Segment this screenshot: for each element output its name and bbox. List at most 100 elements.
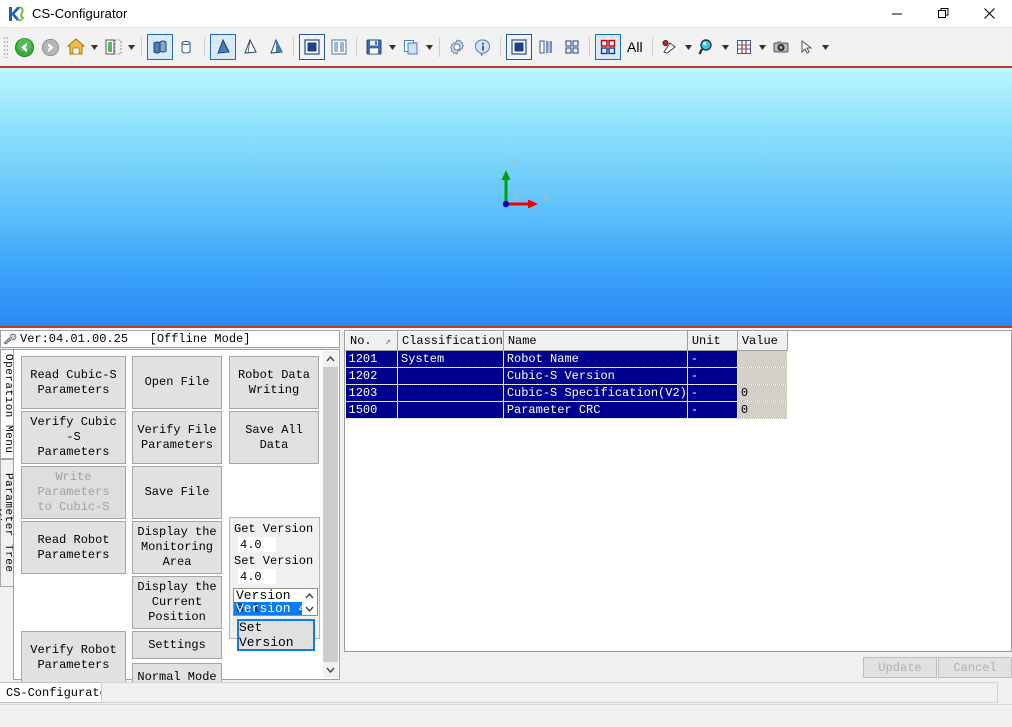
cell-value[interactable]: 0 (737, 385, 787, 402)
cone-outline-icon[interactable] (238, 34, 262, 60)
save-icon[interactable] (362, 34, 386, 60)
main-toolbar: All (0, 27, 1012, 66)
cursor-dropdown-caret-icon[interactable] (820, 34, 831, 60)
grid-dropdown-caret-icon[interactable] (757, 34, 768, 60)
solid-shape-icon[interactable] (147, 34, 173, 60)
column-header-value[interactable]: Value (737, 332, 787, 351)
tool-icon (3, 332, 18, 346)
scroll-up-icon[interactable] (323, 351, 338, 367)
parameter-grid[interactable]: No. ↗ Classification Name Unit Value 120… (344, 330, 1012, 652)
settings-button[interactable]: Settings (132, 631, 222, 659)
close-button[interactable] (966, 0, 1012, 27)
save-all-data-button[interactable]: Save All Data (229, 411, 319, 464)
axis-gizmo: Y X Z (494, 156, 554, 211)
table-row[interactable]: 1202 Cubic-S Version - (346, 368, 788, 385)
copy-icon[interactable] (399, 34, 423, 60)
toolbar-grip[interactable] (3, 36, 8, 58)
svg-text:Y: Y (511, 157, 519, 169)
home-dropdown-caret-icon[interactable] (89, 34, 100, 60)
parameter-table: No. ↗ Classification Name Unit Value 120… (345, 331, 788, 419)
toolbar-all-label[interactable]: All (622, 39, 648, 55)
set-version-label: Set Version (234, 554, 313, 568)
cell-no: 1202 (346, 368, 398, 385)
table-row[interactable]: 1203 Cubic-S Specification(V2) - 0 (346, 385, 788, 402)
settings-gear-icon[interactable] (445, 34, 469, 60)
set-version-button[interactable]: Set Version (237, 619, 315, 651)
read-robot-parameters-button[interactable]: Read Robot Parameters (21, 521, 126, 574)
cell-value[interactable]: 0 (737, 402, 787, 419)
3d-viewport[interactable]: Y X Z (0, 66, 1012, 328)
cell-value[interactable] (737, 368, 787, 385)
zoom-tool-icon[interactable] (695, 34, 719, 60)
cell-name: Parameter CRC (503, 402, 687, 419)
split-mode-icon[interactable] (534, 34, 558, 60)
zoom-dropdown-caret-icon[interactable] (720, 34, 731, 60)
scrollbar-thumb[interactable] (323, 367, 338, 662)
scroll-down-icon[interactable] (323, 662, 338, 678)
version-select-list[interactable]: Version 3.1 Version 4 (233, 588, 318, 616)
verify-cubic-s-parameters-button[interactable]: Verify Cubic -S Parameters (21, 411, 126, 464)
window-controls (874, 0, 1012, 27)
open-file-button[interactable]: Open File (132, 356, 222, 409)
dual-view-icon[interactable] (327, 34, 351, 60)
info-icon[interactable] (471, 34, 495, 60)
pick-dropdown-caret-icon[interactable] (683, 34, 694, 60)
spinner-up-icon[interactable] (302, 589, 317, 602)
read-cubic-s-parameters-button[interactable]: Read Cubic-S Parameters (21, 356, 126, 409)
camera-icon[interactable] (769, 34, 793, 60)
cone-shaded-icon[interactable] (264, 34, 288, 60)
display-current-position-button[interactable]: Display the Current Position (132, 576, 222, 629)
robot-data-writing-button[interactable]: Robot Data Writing (229, 356, 319, 409)
column-header-unit[interactable]: Unit (687, 332, 737, 351)
cone-filled-icon[interactable] (210, 34, 236, 60)
cursor-icon[interactable] (795, 34, 819, 60)
column-header-classification[interactable]: Classification (398, 332, 504, 351)
model-view-dropdown-caret-icon[interactable] (126, 34, 137, 60)
cell-classification (398, 385, 504, 402)
version-list-spinner[interactable] (302, 589, 317, 615)
pick-tool-icon[interactable] (658, 34, 682, 60)
display-monitoring-area-button[interactable]: Display the Monitoring Area (132, 521, 222, 574)
operation-menu-scrollbar[interactable] (323, 351, 338, 678)
save-file-button[interactable]: Save File (132, 466, 222, 519)
sidebar-item-parameter-tree-view[interactable]: Parameter Tree View (0, 459, 14, 587)
cell-name: Robot Name (503, 351, 687, 368)
minimize-button[interactable] (874, 0, 920, 27)
toolbar-separator (141, 37, 142, 57)
grid-four-icon[interactable] (560, 34, 584, 60)
cell-classification (398, 402, 504, 419)
set-version-value: 4.0 (238, 569, 276, 584)
verify-robot-parameters-button[interactable]: Verify Robot Parameters (21, 631, 126, 684)
cell-value[interactable] (737, 351, 787, 368)
cell-unit: - (687, 368, 737, 385)
save-dropdown-caret-icon[interactable] (387, 34, 398, 60)
version-status-bar: Ver:04.01.00.25 [Offline Mode] (0, 330, 340, 348)
spinner-down-icon[interactable] (302, 602, 317, 615)
cell-no: 1203 (346, 385, 398, 402)
verify-file-parameters-button[interactable]: Verify File Parameters (132, 411, 222, 464)
cylinder-shape-icon[interactable] (175, 34, 199, 60)
toolbar-separator (589, 37, 590, 57)
cell-no: 1201 (346, 351, 398, 368)
model-view-icon[interactable] (101, 34, 125, 60)
back-icon[interactable] (12, 34, 36, 60)
operation-menu-panel: Read Cubic-S Parameters Verify Cubic -S … (13, 349, 340, 680)
sidebar-item-operation-menu[interactable]: Operation Menu (0, 349, 14, 459)
table-row[interactable]: 1201 System Robot Name - (346, 351, 788, 368)
copy-dropdown-caret-icon[interactable] (424, 34, 435, 60)
fill-mode-icon[interactable] (506, 34, 532, 60)
quad-view-icon[interactable] (595, 34, 621, 60)
home-icon[interactable] (64, 34, 88, 60)
get-version-value: 4.0 (238, 537, 276, 552)
sort-indicator-icon: ↗ (385, 336, 391, 348)
column-header-name[interactable]: Name (503, 332, 687, 351)
app-logo-icon (4, 0, 28, 27)
table-row[interactable]: 1500 Parameter CRC - 0 (346, 402, 788, 419)
restore-button[interactable] (920, 0, 966, 27)
forward-icon (38, 34, 62, 60)
column-header-no[interactable]: No. ↗ (346, 332, 398, 351)
window-title: CS-Configurator (32, 6, 127, 21)
table-header-row: No. ↗ Classification Name Unit Value (346, 332, 788, 351)
single-view-icon[interactable] (299, 34, 325, 60)
grid-tool-icon[interactable] (732, 34, 756, 60)
